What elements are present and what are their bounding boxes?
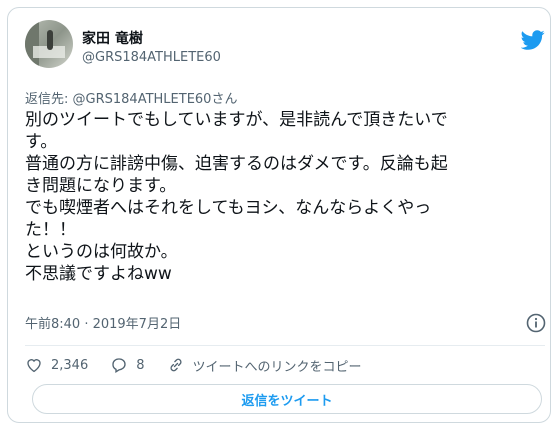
tweet-reply-button[interactable]: 返信をツイート bbox=[32, 384, 542, 414]
reply-to-prefix: 返信先: bbox=[25, 92, 69, 107]
twitter-bird-icon[interactable] bbox=[521, 28, 545, 52]
tweet-text-line: でも喫煙者へはそれをしてもヨシ、なんならよくやっ bbox=[25, 198, 432, 218]
reply-to-line: 返信先: @GRS184ATHLETE60さん bbox=[25, 88, 237, 107]
tweet-card: 家田 竜樹 @GRS184ATHLETE60 返信先: @GRS184ATHLE… bbox=[7, 7, 551, 423]
tweet-text-line: というのは何故か。 bbox=[25, 242, 178, 262]
avatar[interactable] bbox=[25, 20, 73, 68]
reply-to-suffix: さん bbox=[211, 92, 238, 107]
avatar-bg-shape bbox=[25, 20, 39, 68]
avatar-figure bbox=[47, 30, 53, 50]
reply-count: 8 bbox=[136, 357, 145, 373]
link-icon bbox=[169, 358, 182, 372]
reply-bubble-icon bbox=[112, 358, 126, 373]
tweet-timestamp[interactable]: 午前8:40 · 2019年7月2日 bbox=[25, 313, 181, 332]
author-handle[interactable]: @GRS184ATHLETE60 bbox=[82, 50, 221, 65]
reply-to-handle-link[interactable]: @GRS184ATHLETE60 bbox=[73, 92, 212, 107]
reply-button[interactable]: 8 bbox=[110, 356, 145, 374]
like-button[interactable]: 2,346 bbox=[25, 356, 88, 374]
info-icon[interactable] bbox=[526, 313, 546, 333]
tweet-text-line: 別のツイートでもしていますが、是非読んで頂きたいで bbox=[25, 110, 448, 130]
tweet-text: 別のツイートでもしていますが、是非読んで頂きたいで す。 普通の方に誹謗中傷、迫… bbox=[25, 109, 545, 285]
copy-link-label: ツイートへのリンクをコピー bbox=[192, 359, 362, 375]
tweet-text-line: 普通の方に誹謗中傷、迫害するのはダメです。反論も起 bbox=[25, 154, 448, 174]
divider bbox=[25, 345, 545, 346]
author-display-name[interactable]: 家田 竜樹 bbox=[82, 28, 143, 48]
tweet-text-line: す。 bbox=[25, 132, 58, 152]
copy-link-button[interactable]: ツイートへのリンクをコピー bbox=[167, 356, 362, 375]
tweet-text-line: き問題になります。 bbox=[25, 176, 177, 196]
heart-icon bbox=[27, 359, 41, 373]
action-bar: 2,346 8 ツイートへのリンクをコピー bbox=[25, 355, 384, 375]
tweet-text-line: 不思議ですよねww bbox=[25, 264, 172, 284]
like-count: 2,346 bbox=[51, 357, 89, 373]
tweet-text-line: た！！ bbox=[25, 220, 76, 240]
